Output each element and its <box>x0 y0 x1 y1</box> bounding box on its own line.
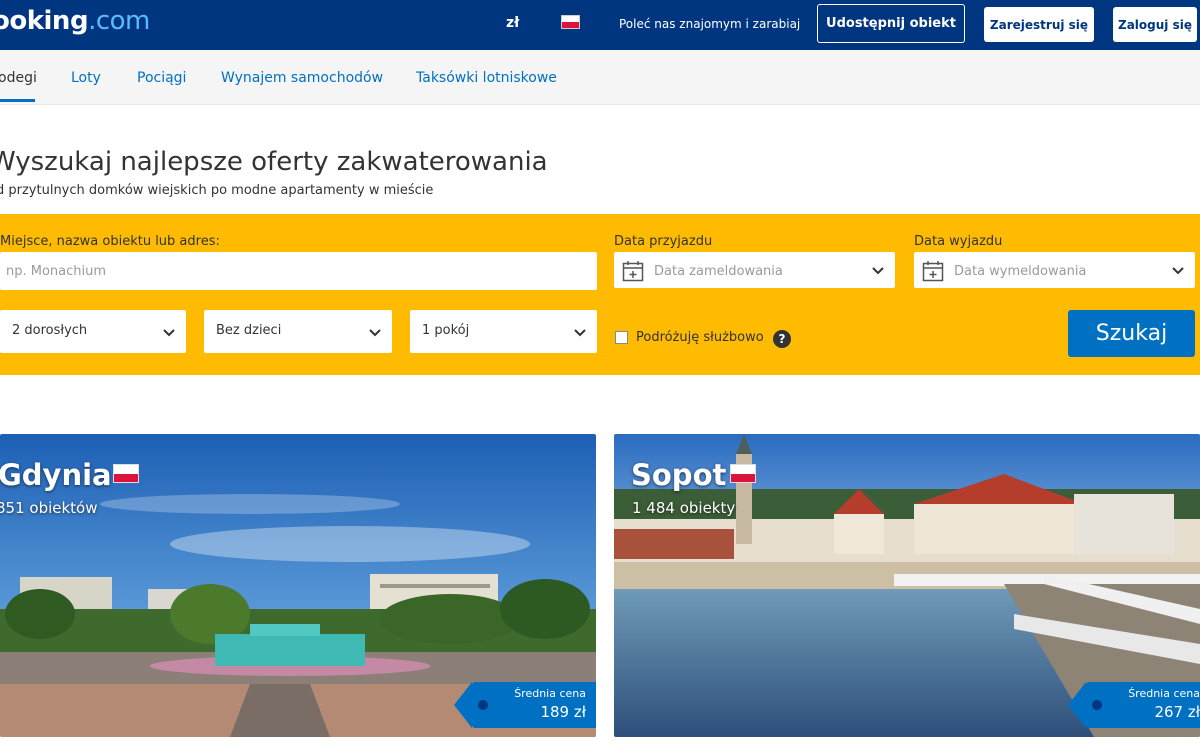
chevron-down-icon <box>369 329 381 337</box>
calendar-icon <box>622 261 644 282</box>
tag-hole-icon <box>1092 700 1102 710</box>
rooms-select[interactable]: 1 pokój <box>410 310 597 353</box>
search-button[interactable]: Szukaj <box>1068 310 1195 357</box>
average-price-tag: Średnia cena 189 zł <box>454 682 596 728</box>
tag-hole-icon <box>478 700 488 710</box>
poland-flag-icon <box>113 464 139 483</box>
destination-placeholder: np. Monachium <box>6 264 107 279</box>
chevron-down-icon <box>872 267 884 275</box>
adults-select[interactable]: 2 dorosłych <box>0 310 186 353</box>
checkout-date-field[interactable]: Data wymeldowania <box>914 252 1195 288</box>
average-price-value: 189 zł <box>540 703 586 721</box>
tab-trains[interactable]: Pociągi <box>137 70 186 86</box>
chevron-down-icon <box>163 329 175 337</box>
tab-car-rental[interactable]: Wynajem samochodów <box>221 70 383 86</box>
destination-card-gdynia[interactable]: Gdynia 851 obiektów Średnia cena 189 zł <box>0 434 596 737</box>
login-button[interactable]: Zaloguj się <box>1113 7 1197 42</box>
refer-friends-link[interactable]: Poleć nas znajomym i zarabiaj <box>619 17 800 31</box>
checkout-placeholder: Data wymeldowania <box>954 264 1087 279</box>
city-name: Sopot <box>631 458 727 492</box>
active-tab-indicator <box>0 99 35 102</box>
help-icon[interactable]: ? <box>773 330 791 348</box>
average-price-label: Średnia cena <box>514 687 586 700</box>
destination-input[interactable]: np. Monachium <box>0 252 597 290</box>
page-subtitle: d przytulnych domków wiejskich po modne … <box>0 183 434 198</box>
checkin-placeholder: Data zameldowania <box>654 264 783 279</box>
checkin-label: Data przyjazdu <box>614 234 713 249</box>
business-travel-label[interactable]: Podróżuję służbowo <box>636 330 764 345</box>
register-button[interactable]: Zarejestruj się <box>984 7 1094 42</box>
destination-label: Miejsce, nazwa obiektu lub adres: <box>0 234 220 249</box>
top-header: ooking.com zł Poleć nas znajomym i zarab… <box>0 0 1200 50</box>
checkin-date-field[interactable]: Data zameldowania <box>614 252 895 288</box>
children-select[interactable]: Bez dzieci <box>204 310 392 353</box>
product-nav: odegi Loty Pociągi Wynajem samochodów Ta… <box>0 50 1200 105</box>
tab-airport-taxis[interactable]: Taksówki lotniskowe <box>416 70 557 86</box>
chevron-down-icon <box>574 329 586 337</box>
page-title: Wyszukaj najlepsze oferty zakwaterowania <box>0 147 548 177</box>
children-value: Bez dzieci <box>216 323 282 338</box>
checkout-label: Data wyjazdu <box>914 234 1003 249</box>
average-price-value: 267 zł <box>1154 703 1200 721</box>
poland-flag-icon <box>730 464 756 483</box>
average-price-label: Średnia cena <box>1128 687 1200 700</box>
calendar-icon <box>922 261 944 282</box>
city-name: Gdynia <box>0 458 112 492</box>
list-property-button[interactable]: Udostępnij obiekt <box>817 4 965 43</box>
chevron-down-icon <box>1172 267 1184 275</box>
tab-flights[interactable]: Loty <box>71 70 101 86</box>
booking-logo[interactable]: ooking.com <box>0 6 150 36</box>
average-price-tag: Średnia cena 267 zł <box>1068 682 1200 728</box>
property-count: 1 484 obiekty <box>632 499 736 517</box>
adults-value: 2 dorosłych <box>12 323 88 338</box>
tab-stays[interactable]: odegi <box>0 70 37 86</box>
destination-card-sopot[interactable]: Sopot 1 484 obiekty Średnia cena 267 zł <box>614 434 1200 737</box>
property-count: 851 obiektów <box>0 499 98 517</box>
business-travel-checkbox[interactable] <box>615 331 628 344</box>
rooms-value: 1 pokój <box>422 323 470 338</box>
currency-selector[interactable]: zł <box>506 15 519 31</box>
language-flag-icon[interactable] <box>561 15 580 29</box>
